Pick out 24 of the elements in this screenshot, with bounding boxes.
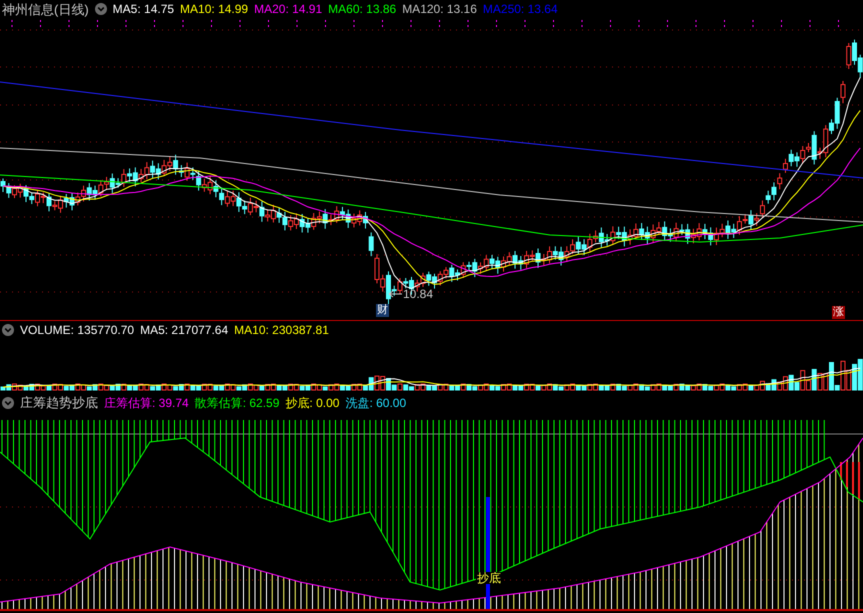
signal-label: 抄底 — [476, 572, 502, 584]
legend-value: MA5: 14.75 — [112, 3, 174, 15]
event-badge[interactable]: 财 — [376, 304, 389, 317]
legend-value: 洗盘: 60.00 — [345, 396, 406, 408]
legend-value: 抄底: 0.00 — [285, 396, 340, 408]
low-price-label: 10.84 — [403, 288, 434, 300]
panel-title: 庄筹趋势抄底 — [20, 396, 98, 409]
wash-signal-bar-series — [840, 462, 860, 500]
arrow-left-icon — [388, 290, 402, 298]
legend-value: MA10: 230387.81 — [234, 324, 329, 336]
legend-value: MA5: 217077.64 — [140, 324, 228, 336]
dropdown-chevron-icon[interactable] — [2, 324, 14, 336]
legend-value: 散筹估算: 62.59 — [194, 396, 280, 408]
legend-value: MA120: 13.16 — [402, 3, 477, 15]
panel-title: 神州信息(日线) — [2, 2, 89, 16]
legend-value: MA60: 13.86 — [328, 3, 396, 15]
legend-value: 庄筹估算: 39.74 — [104, 396, 189, 408]
dropdown-chevron-icon[interactable] — [94, 3, 107, 15]
legend-value: MA250: 13.64 — [482, 3, 558, 15]
event-badge[interactable]: 涨 — [832, 306, 845, 319]
dropdown-chevron-icon[interactable] — [2, 396, 14, 408]
legend-value: MA10: 14.99 — [180, 3, 248, 15]
legend-value: MA20: 14.91 — [254, 3, 322, 15]
legend-value: VOLUME: 135770.70 — [20, 324, 134, 336]
